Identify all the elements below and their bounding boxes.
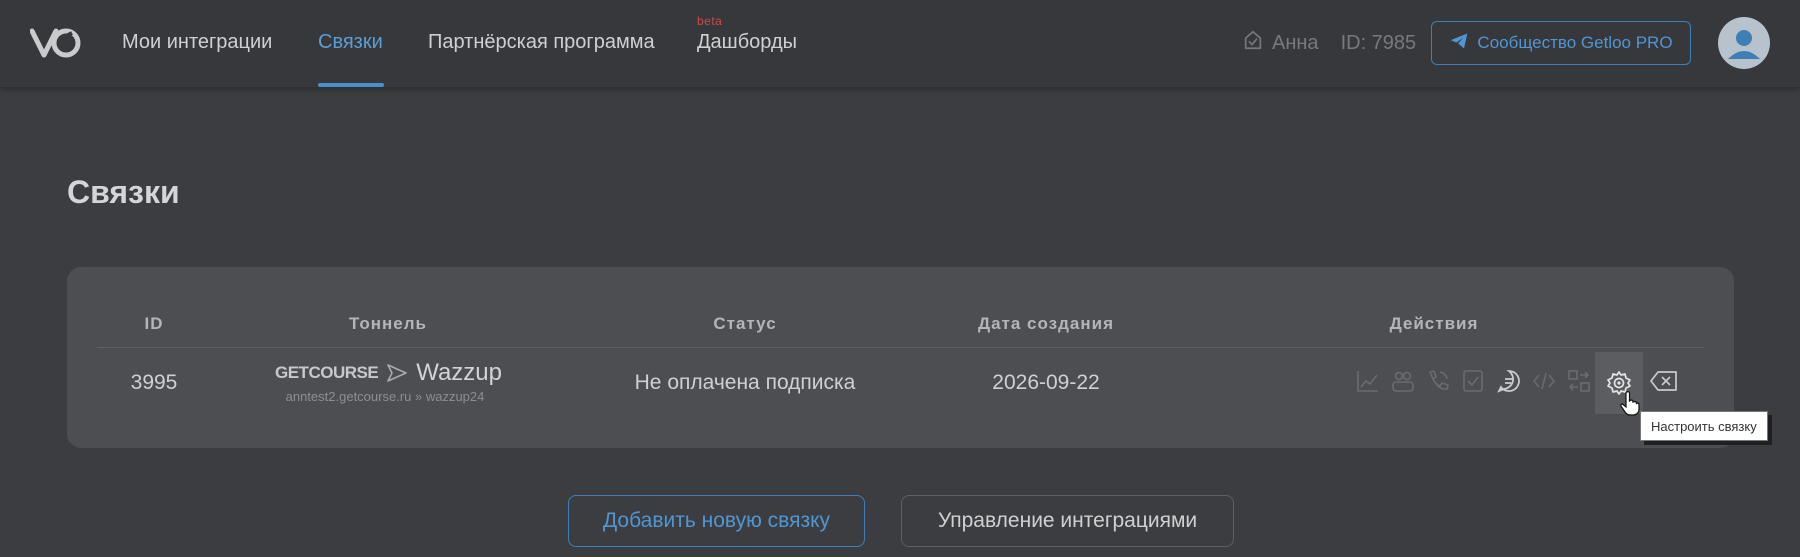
configure-tooltip: Настроить связку <box>1640 411 1768 441</box>
row-tunnel: GETCOURSE Wazzup anntest2.getcourse.ru »… <box>275 359 505 409</box>
column-header-actions: Действия <box>1389 314 1479 333</box>
column-header-tunnel: Тоннель <box>349 314 427 333</box>
tunnel-subtitle: anntest2.getcourse.ru » wazzup24 <box>285 389 485 404</box>
community-button[interactable]: Сообщество Getloo PRO <box>1431 21 1691 65</box>
page-title: Связки <box>67 174 180 210</box>
calls-button[interactable] <box>1421 363 1455 399</box>
users-icon <box>1392 371 1414 392</box>
row-id: 3995 <box>130 371 178 394</box>
active-tab-indicator <box>318 83 384 87</box>
chat-icon <box>1497 370 1520 393</box>
delete-bundle-button[interactable] <box>1647 363 1681 399</box>
user-id: ID: 7985 <box>1340 31 1417 54</box>
nav-my-integrations[interactable]: Мои интеграции <box>122 31 272 87</box>
nav-bundles[interactable]: Связки <box>318 31 383 87</box>
delete-icon <box>1650 371 1677 391</box>
beta-badge: beta <box>697 14 723 28</box>
user-name: Анна <box>1272 31 1319 54</box>
bundles-table: ID Тоннель Статус Дата создания Действия… <box>67 267 1734 448</box>
community-button-label: Сообщество Getloo PRO <box>1477 33 1673 52</box>
hand-cursor-icon <box>1620 390 1640 416</box>
getloo-logo[interactable] <box>29 25 82 61</box>
transfer-button[interactable] <box>1562 363 1596 399</box>
column-header-id: ID <box>144 314 164 333</box>
top-navigation-bar: Мои интеграции Связки Партнёрская програ… <box>0 0 1800 88</box>
user-info: Анна ID: 7985 <box>1242 30 1416 56</box>
nav-dashboards[interactable]: Дашборды <box>697 31 797 87</box>
add-bundle-button[interactable]: Добавить новую связку <box>568 495 865 547</box>
code-button[interactable] <box>1527 363 1561 399</box>
messages-button[interactable] <box>1492 363 1526 399</box>
tasks-button[interactable] <box>1456 363 1490 399</box>
send-arrow-icon <box>386 363 408 383</box>
nav-partner-program[interactable]: Партнёрская программа <box>428 31 655 87</box>
column-header-status: Статус <box>713 314 777 333</box>
user-icon <box>1242 29 1264 57</box>
stats-button[interactable] <box>1351 363 1385 399</box>
column-header-created: Дата создания <box>977 314 1115 333</box>
manage-integrations-button[interactable]: Управление интеграциями <box>901 495 1234 547</box>
row-created-date: 2026-09-22 <box>992 371 1100 394</box>
header-divider <box>97 347 1704 348</box>
row-status: Не оплачена подписка <box>634 371 856 394</box>
phone-icon <box>1429 370 1449 390</box>
chart-icon <box>1357 371 1378 392</box>
check-doc-icon <box>1463 370 1483 392</box>
wazzup-logo: Wazzup <box>416 359 502 386</box>
leads-button[interactable] <box>1386 363 1420 399</box>
avatar[interactable] <box>1718 17 1770 69</box>
code-icon <box>1532 372 1556 390</box>
transfer-icon <box>1568 370 1590 392</box>
telegram-icon <box>1449 31 1469 56</box>
getcourse-logo: GETCOURSE <box>275 363 379 382</box>
